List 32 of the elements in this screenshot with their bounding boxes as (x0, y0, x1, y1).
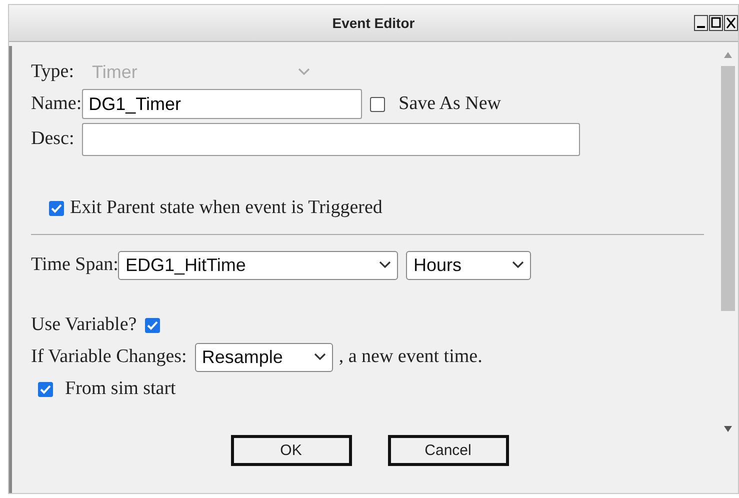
window-title: Event Editor (332, 15, 415, 31)
chevron-down-icon (379, 261, 392, 269)
use-variable-label: Use Variable? (31, 314, 137, 336)
type-label: Type: (31, 61, 74, 83)
chevron-down-icon (298, 68, 310, 76)
checkbox[interactable] (144, 318, 160, 332)
new-event-time-text: , a new event time. (338, 346, 482, 368)
unit-select[interactable]: Hours (406, 250, 532, 280)
cancel-button[interactable]: Cancel (388, 435, 508, 466)
time-span-select[interactable]: EDG1_HitTime (118, 250, 398, 280)
from-sim-start-label: From sim start (65, 378, 176, 400)
name-field[interactable]: DG1_Timer (82, 89, 362, 119)
resample-select[interactable]: Resample (194, 342, 333, 372)
ok-button[interactable]: OK (230, 435, 352, 466)
maximize-icon[interactable] (709, 15, 723, 31)
close-icon[interactable] (724, 15, 738, 31)
scrollbar-thumb[interactable] (721, 66, 735, 311)
scroll-up-icon[interactable] (724, 52, 732, 58)
checkbox[interactable] (38, 382, 53, 396)
scroll-down-icon[interactable] (724, 426, 732, 432)
minimize-icon[interactable] (694, 15, 708, 31)
checkbox[interactable] (49, 200, 64, 216)
desc-field[interactable] (82, 122, 580, 156)
exit-parent-label: Exit Parent state when event is Triggered (70, 197, 382, 219)
chevron-down-icon (314, 353, 326, 361)
name-label: Name: (31, 93, 82, 115)
time-span-label: Time Span: (31, 254, 118, 276)
save-as-new-label: Save As New (398, 93, 502, 115)
chevron-down-icon (512, 261, 524, 269)
checkbox[interactable] (370, 96, 385, 112)
desc-label: Desc: (31, 128, 74, 150)
if-variable-changes-label: If Variable Changes: (31, 346, 187, 368)
